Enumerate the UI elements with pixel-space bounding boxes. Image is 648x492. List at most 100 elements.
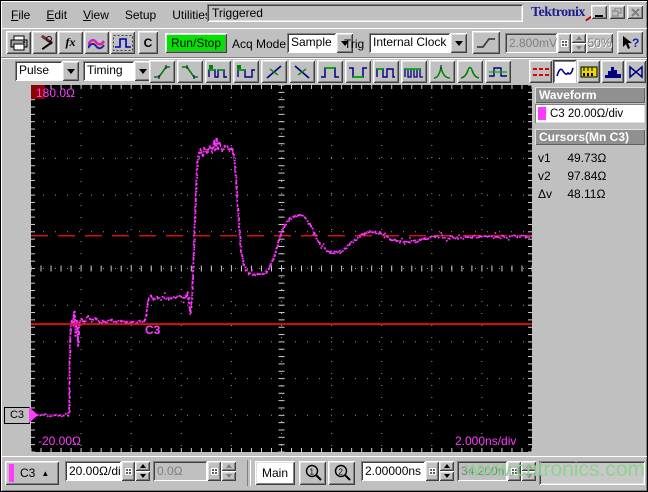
view-waveform-button[interactable] xyxy=(553,60,576,83)
up-arrow-icon xyxy=(139,464,146,468)
close-icon xyxy=(630,7,640,17)
main-toolbar: fx C Run/Stop Acq Mode Sample Trig Inter… xyxy=(1,28,647,57)
view-mask-button[interactable] xyxy=(625,60,646,83)
waveform-panel-header: Waveform xyxy=(535,87,645,103)
cursor-delta-value: 48.11Ω xyxy=(567,187,606,201)
close-button[interactable] xyxy=(627,5,643,19)
cursor-delta-row: Δv 48.11Ω xyxy=(538,187,644,203)
vertical-scale-down-button[interactable] xyxy=(135,471,150,481)
watermark: www.cntronics.com xyxy=(465,458,645,481)
minimize-icon xyxy=(595,14,603,17)
positive-width-icon xyxy=(321,66,339,78)
meas-positive-overshoot-button[interactable] xyxy=(429,60,455,83)
channel-color-stripe xyxy=(9,464,14,482)
math-button[interactable]: fx xyxy=(58,31,83,54)
trig-level-field[interactable]: 2.800mV xyxy=(505,33,557,53)
down-arrow-icon xyxy=(139,474,146,478)
waveform-plot xyxy=(31,85,532,452)
channel-up-arrow-icon: ▲ xyxy=(41,468,50,478)
context-help-button[interactable]: ? xyxy=(617,31,643,54)
clear-button[interactable]: C xyxy=(138,31,158,54)
printer-icon xyxy=(10,35,27,50)
zoom2-button[interactable]: 2 xyxy=(328,461,355,485)
trig-level-keypad-button[interactable] xyxy=(557,33,571,53)
trig-dropdown-button[interactable] xyxy=(450,33,467,53)
negative-crossing-icon xyxy=(294,64,310,79)
vertical-offset-up-button[interactable] xyxy=(221,461,236,471)
down-arrow-icon xyxy=(443,474,450,478)
down-arrow-icon xyxy=(225,474,232,478)
set-fifty-percent-button[interactable]: 50% xyxy=(586,33,613,53)
fall-time-icon xyxy=(182,64,198,79)
trig-source-select[interactable]: Internal Clock xyxy=(369,33,467,53)
cursor-delta-label: Δv xyxy=(538,187,553,201)
channel-select-label: C3 xyxy=(20,466,36,480)
timebase-up-button[interactable] xyxy=(439,461,454,471)
period-icon xyxy=(237,64,255,78)
meas-fall-time-button[interactable] xyxy=(177,60,203,83)
cursor-v1-value: 49.73Ω xyxy=(567,151,607,165)
waveform-display[interactable]: 180.0Ω -20.00Ω 2.000ns/div C3 xyxy=(31,85,532,452)
signal-type-dropdown-button[interactable] xyxy=(62,61,79,81)
channel-select-button[interactable]: C3 ▲ xyxy=(5,461,59,485)
trigger-status: Triggered xyxy=(207,4,523,22)
waveform-database-button[interactable] xyxy=(84,31,109,54)
main-timebase-button[interactable]: Main xyxy=(255,461,295,485)
up-arrow-icon xyxy=(225,464,232,468)
meas-positive-duty-button[interactable] xyxy=(373,60,399,83)
vertical-scale-up-button[interactable] xyxy=(135,461,150,471)
meas-rise-time-button[interactable] xyxy=(149,60,175,83)
vertical-scale-keypad-button[interactable] xyxy=(121,461,135,481)
minimize-button[interactable] xyxy=(591,5,607,19)
vertical-offset-field[interactable]: 0.0Ω xyxy=(153,461,207,481)
trig-label: Trig xyxy=(344,37,365,51)
trig-slope-button[interactable] xyxy=(472,31,500,54)
vertical-offset-down-button[interactable] xyxy=(221,471,236,481)
menu-file[interactable]: File xyxy=(3,6,38,24)
meas-settle-button[interactable] xyxy=(485,60,511,83)
meas-gaussian-fit-button[interactable] xyxy=(457,60,483,83)
menu-setup[interactable]: Setup xyxy=(117,6,164,24)
trig-level-up-button[interactable] xyxy=(571,33,586,43)
run-stop-button[interactable]: Run/Stop xyxy=(165,33,227,53)
timebase-scale-field[interactable]: 2.00000ns xyxy=(361,461,425,481)
menu-view[interactable]: View xyxy=(75,6,117,24)
meas-negative-crossing-button[interactable] xyxy=(289,60,315,83)
view-cursors-button[interactable] xyxy=(529,60,552,83)
menu-edit[interactable]: Edit xyxy=(38,6,75,24)
channel-reference-tag[interactable]: C3 xyxy=(4,407,30,424)
trig-source-value: Internal Clock xyxy=(369,33,450,53)
meas-negative-width-button[interactable] xyxy=(345,60,371,83)
view-histogram-button[interactable] xyxy=(601,60,624,83)
meas-period-button[interactable] xyxy=(233,60,259,83)
vertical-offset-keypad-button[interactable] xyxy=(207,461,221,481)
print-button[interactable] xyxy=(6,31,31,54)
waveform-list-item[interactable]: C3 20.00Ω/div xyxy=(535,104,645,123)
fx-icon: fx xyxy=(65,35,76,49)
help-pointer-icon: ? xyxy=(623,35,639,50)
view-measurements-button[interactable] xyxy=(577,60,600,83)
meas-positive-crossing-button[interactable] xyxy=(261,60,287,83)
tools-button[interactable] xyxy=(32,31,57,54)
zoom1-button[interactable]: 1 xyxy=(299,461,326,485)
meas-positive-width-button[interactable] xyxy=(317,60,343,83)
main-timebase-label: Main xyxy=(261,466,288,480)
vertical-scale-field[interactable]: 20.00Ω/di xyxy=(65,461,121,481)
timebase-keypad-button[interactable] xyxy=(425,461,439,481)
pulse-select-button[interactable] xyxy=(110,31,135,54)
acq-mode-value: Sample xyxy=(287,33,336,53)
vertical-top-label: 180.0Ω xyxy=(36,86,75,100)
trace-label: C3 xyxy=(145,323,161,337)
meas-frequency-button[interactable] xyxy=(205,60,231,83)
meas-category-select[interactable]: Timing xyxy=(83,61,151,81)
signal-type-select[interactable]: Pulse xyxy=(15,61,79,81)
keypad-icon xyxy=(123,466,133,476)
timebase-down-button[interactable] xyxy=(439,471,454,481)
sine-wave-icon xyxy=(555,67,574,76)
meas-burst-width-button[interactable] xyxy=(401,60,427,83)
trig-level-down-button[interactable] xyxy=(571,43,586,53)
frequency-icon xyxy=(208,64,227,78)
signal-type-value: Pulse xyxy=(15,61,62,81)
maximize-button[interactable] xyxy=(609,5,625,19)
fifty-percent-label: 50% xyxy=(587,36,612,50)
